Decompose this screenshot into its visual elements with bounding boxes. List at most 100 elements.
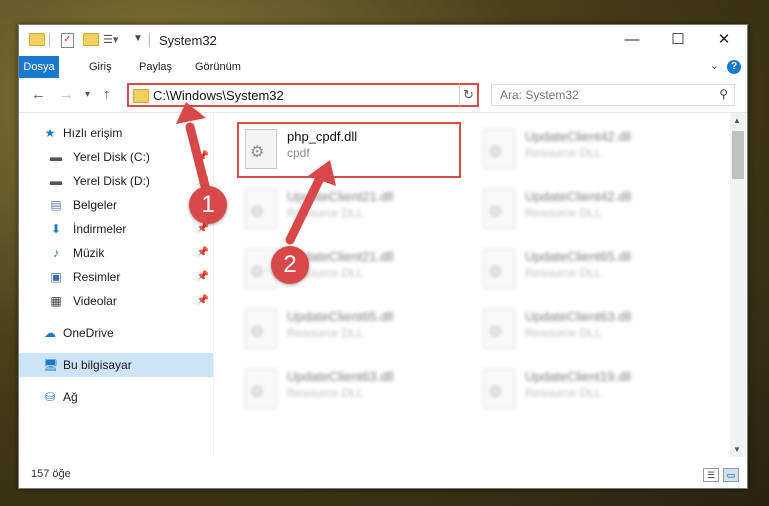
tab-home[interactable]: Giriş <box>81 56 120 78</box>
back-icon[interactable]: ← <box>31 86 46 103</box>
navigation-pane: ★ Hızlı erişim ▬ Yerel Disk (C:) 📌 ▬ Yer… <box>19 113 214 457</box>
file-item[interactable]: UpdateClient21.dll Resource DLL <box>239 183 459 239</box>
new-folder-icon[interactable] <box>83 33 99 46</box>
pin-icon[interactable]: 📌 <box>197 265 209 289</box>
star-icon: ★ <box>44 126 56 140</box>
dll-file-icon <box>483 309 515 349</box>
file-item[interactable]: UpdateClient63.dll Resource DLL <box>477 303 697 359</box>
music-icon: ♪ <box>53 246 59 260</box>
file-name: UpdateClient19.dll <box>525 369 632 384</box>
sidebar-item-label: Yerel Disk (C:) <box>73 150 150 164</box>
properties-icon[interactable]: ✓ <box>61 33 74 48</box>
forward-icon[interactable]: → <box>59 86 74 103</box>
dll-file-icon <box>483 129 515 169</box>
documents-icon: ▤ <box>50 198 62 212</box>
sidebar-item-quick-access[interactable]: ★ Hızlı erişim <box>19 121 213 145</box>
explorer-window: ✓ ☰▾ ▼ System32 — ☐ ✕ Dosya Giriş Paylaş… <box>18 24 748 489</box>
file-item[interactable]: UpdateClient42.dll Resource DLL <box>477 183 697 239</box>
pin-icon[interactable]: 📌 <box>197 145 209 169</box>
file-name: UpdateClient42.dll <box>525 189 632 204</box>
dll-file-icon <box>483 189 515 229</box>
expand-ribbon-icon[interactable]: ⌄ <box>710 59 719 72</box>
drive-icon: ▬ <box>50 150 62 164</box>
scrollbar-thumb[interactable] <box>732 131 744 179</box>
customize-toolbar-icon[interactable]: ☰▾ <box>103 33 118 47</box>
item-count: 157 öğe <box>31 468 71 480</box>
dll-file-icon <box>483 249 515 289</box>
title-bar: ✓ ☰▾ ▼ System32 — ☐ ✕ <box>19 25 747 55</box>
scroll-down-icon[interactable]: ▼ <box>733 445 741 454</box>
sidebar-item-local-disk-d[interactable]: ▬ Yerel Disk (D:) 📌 <box>19 169 213 193</box>
close-button[interactable]: ✕ <box>701 25 747 55</box>
sidebar-item-downloads[interactable]: ⬇ İndirmeler 📌 <box>19 217 213 241</box>
refresh-button[interactable]: ↻ <box>459 83 479 107</box>
file-item[interactable]: UpdateClient19.dll Resource DLL <box>477 363 697 419</box>
folder-icon <box>29 33 45 46</box>
file-item[interactable]: UpdateClient65.dll Resource DLL <box>477 243 697 299</box>
file-type: Resource DLL <box>287 326 364 340</box>
file-item[interactable]: UpdateClient63.dll Resource DLL <box>239 363 459 419</box>
search-icon[interactable]: ⚲ <box>719 87 728 101</box>
search-input[interactable]: Ara: System32 ⚲ <box>491 84 735 106</box>
sidebar-item-label: Resimler <box>73 270 121 284</box>
file-type: Resource DLL <box>287 386 364 400</box>
status-bar: 157 öğe ☰ ▭ <box>19 463 747 487</box>
drive-icon: ▬ <box>50 174 62 188</box>
dll-file-icon <box>245 369 277 409</box>
file-type: Resource DLL <box>287 206 364 220</box>
sidebar-item-label: Hızlı erişim <box>63 126 123 140</box>
tab-view[interactable]: Görünüm <box>187 56 249 78</box>
sidebar-item-label: İndirmeler <box>73 222 127 236</box>
sidebar-item-music[interactable]: ♪ Müzik 📌 <box>19 241 213 265</box>
address-path[interactable]: C:\Windows\System32 <box>153 88 284 103</box>
chevron-down-icon[interactable]: ▼ <box>133 33 143 47</box>
window-title: System32 <box>159 33 217 48</box>
sidebar-item-label: Ağ <box>63 390 78 404</box>
maximize-button[interactable]: ☐ <box>655 25 701 55</box>
sidebar-item-label: Belgeler <box>73 198 118 212</box>
up-icon[interactable]: ↑ <box>103 86 111 103</box>
file-item[interactable]: UpdateClient42.dll Resource DLL <box>477 123 697 179</box>
minimize-button[interactable]: — <box>609 25 655 55</box>
sidebar-item-label: Yerel Disk (D:) <box>73 174 150 188</box>
vertical-scrollbar[interactable]: ▲ ▼ <box>730 113 746 457</box>
file-item[interactable]: UpdateClient65.dll Resource DLL <box>239 303 459 359</box>
step-marker-2: 2 <box>271 246 309 284</box>
file-name: UpdateClient65.dll <box>525 249 632 264</box>
scroll-up-icon[interactable]: ▲ <box>733 116 741 125</box>
pictures-icon: ▣ <box>50 270 62 284</box>
file-name: UpdateClient65.dll <box>287 309 394 324</box>
folder-icon <box>133 89 149 103</box>
highlight-box <box>237 122 461 178</box>
large-icons-view-icon[interactable]: ▭ <box>723 468 739 482</box>
sidebar-item-network[interactable]: ⛁ Ağ <box>19 385 213 409</box>
sidebar-item-label: Müzik <box>73 246 105 260</box>
navigation-bar: ← → ▾ ↑ C:\Windows\System32 ⌄ ↻ Ara: Sys… <box>19 78 747 113</box>
details-view-icon[interactable]: ☰ <box>703 468 719 482</box>
dll-file-icon <box>483 369 515 409</box>
recent-locations-icon[interactable]: ▾ <box>85 89 90 100</box>
sidebar-item-onedrive[interactable]: ☁ OneDrive <box>19 321 213 345</box>
pin-icon[interactable]: 📌 <box>197 241 209 265</box>
pin-icon[interactable]: 📌 <box>197 289 209 313</box>
network-icon: ⛁ <box>44 390 56 404</box>
sidebar-item-label: Bu bilgisayar <box>63 358 132 372</box>
sidebar-item-videos[interactable]: ▦ Videolar 📌 <box>19 289 213 313</box>
file-type: Resource DLL <box>525 266 602 280</box>
file-type: Resource DLL <box>525 206 602 220</box>
tab-share[interactable]: Paylaş <box>131 56 180 78</box>
title-separator <box>149 33 150 47</box>
sidebar-item-this-pc[interactable]: 🖥 Bu bilgisayar <box>19 353 213 377</box>
help-icon[interactable]: ? <box>727 60 741 74</box>
video-icon: ▦ <box>50 294 62 308</box>
sidebar-item-pictures[interactable]: ▣ Resimler 📌 <box>19 265 213 289</box>
file-type: Resource DLL <box>525 326 602 340</box>
file-name: UpdateClient42.dll <box>525 129 632 144</box>
toolbar-separator <box>49 33 50 47</box>
file-name: UpdateClient63.dll <box>525 309 632 324</box>
address-bar[interactable]: C:\Windows\System32 ⌄ <box>127 83 477 107</box>
sidebar-item-documents[interactable]: ▤ Belgeler 📌 <box>19 193 213 217</box>
sidebar-item-local-disk-c[interactable]: ▬ Yerel Disk (C:) 📌 <box>19 145 213 169</box>
file-type: Resource DLL <box>525 146 602 160</box>
dll-file-icon <box>245 189 277 229</box>
